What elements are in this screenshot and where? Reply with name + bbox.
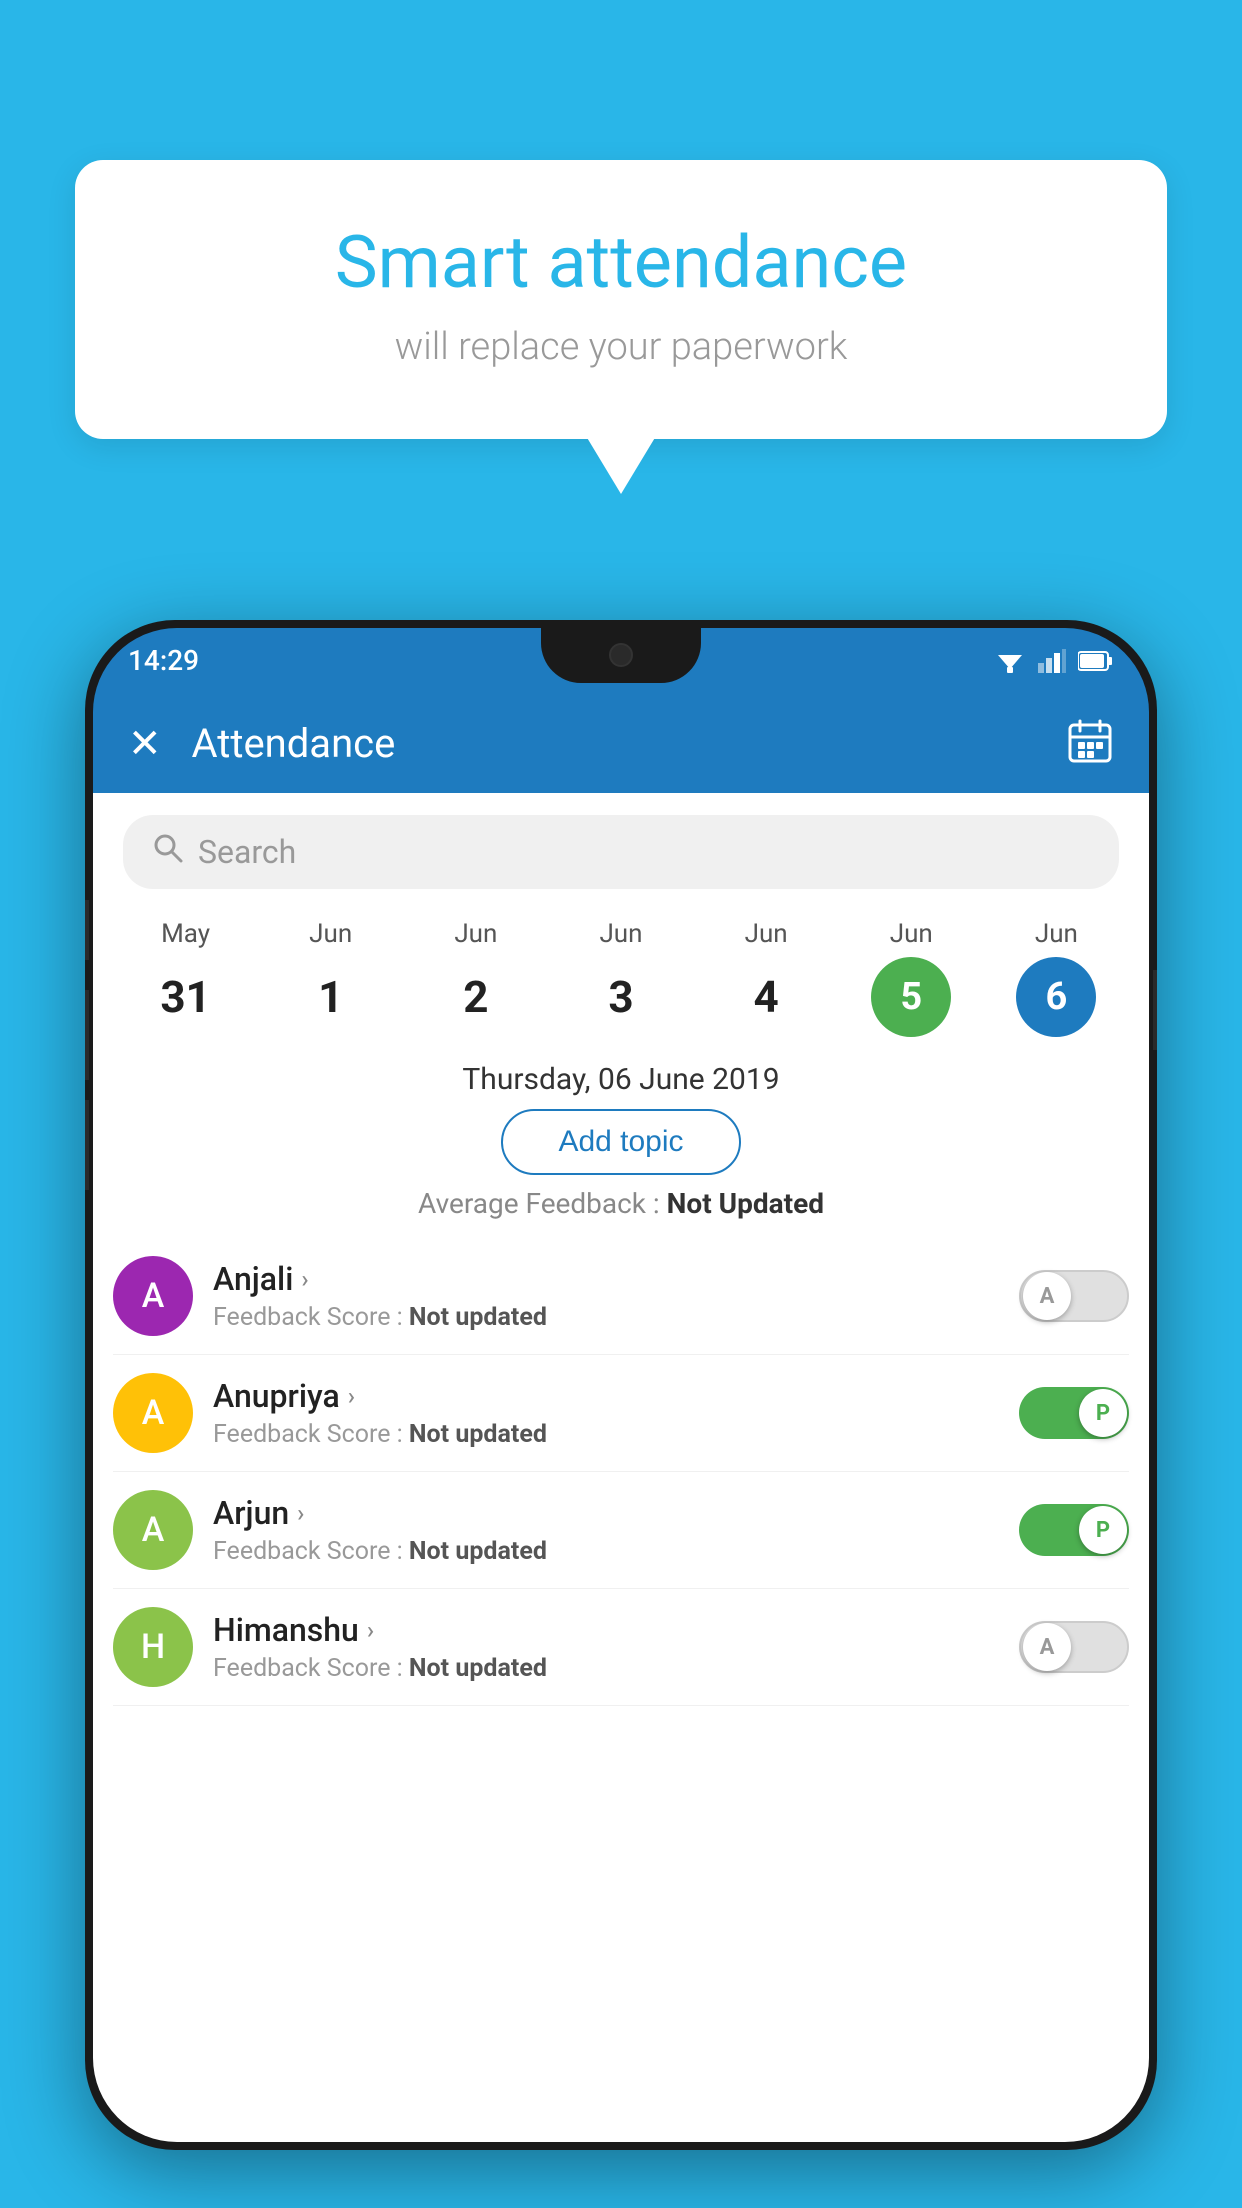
calendar-day[interactable]: Jun 1: [291, 919, 371, 1037]
calendar-day[interactable]: Jun 4: [726, 919, 806, 1037]
chevron-right-icon: ›: [348, 1382, 355, 1410]
cal-day-number[interactable]: 1: [291, 957, 371, 1037]
cal-day-number[interactable]: 3: [581, 957, 661, 1037]
chevron-right-icon: ›: [301, 1265, 308, 1293]
student-info: Arjun › Feedback Score : Not updated: [213, 1494, 999, 1566]
calendar-day[interactable]: Jun 5: [871, 919, 951, 1037]
attendance-toggle[interactable]: P: [1019, 1504, 1129, 1556]
attendance-toggle[interactable]: P: [1019, 1387, 1129, 1439]
app-content: Search May 31 Jun 1 Jun 2 Jun 3 Jun 4 Jun 5 Jun 6 Thu…: [93, 793, 1149, 2142]
power-button: [1153, 970, 1157, 1050]
app-title: Attendance: [192, 720, 1066, 767]
student-info: Anjali › Feedback Score : Not updated: [213, 1260, 999, 1332]
student-name: Himanshu ›: [213, 1611, 999, 1649]
cal-day-number[interactable]: 2: [436, 957, 516, 1037]
toggle-knob: A: [1023, 1272, 1071, 1320]
bubble-subtitle: will replace your paperwork: [145, 325, 1097, 369]
search-bar[interactable]: Search: [123, 815, 1119, 889]
student-score: Feedback Score : Not updated: [213, 1420, 999, 1449]
avg-feedback-value: Not Updated: [667, 1187, 824, 1220]
student-avatar: A: [113, 1256, 193, 1336]
student-info: Himanshu › Feedback Score : Not updated: [213, 1611, 999, 1683]
calendar-strip: May 31 Jun 1 Jun 2 Jun 3 Jun 4 Jun 5 Jun 6: [93, 899, 1149, 1047]
student-item[interactable]: H Himanshu › Feedback Score : Not updated A: [113, 1589, 1129, 1706]
mute-button: [85, 900, 89, 960]
student-item[interactable]: A Anupriya › Feedback Score : Not updated P: [113, 1355, 1129, 1472]
front-camera: [609, 643, 633, 667]
cal-month-label: Jun: [745, 919, 788, 949]
speech-bubble: Smart attendance will replace your paper…: [75, 160, 1167, 439]
calendar-day[interactable]: Jun 2: [436, 919, 516, 1037]
app-bar: ✕ Attendance: [93, 693, 1149, 793]
avg-feedback-label: Average Feedback :: [418, 1187, 660, 1220]
status-time: 14:29: [128, 644, 199, 677]
cal-month-label: Jun: [890, 919, 933, 949]
status-icons: [994, 649, 1114, 673]
student-score: Feedback Score : Not updated: [213, 1303, 999, 1332]
cal-day-number[interactable]: 31: [146, 957, 226, 1037]
student-item[interactable]: A Anjali › Feedback Score : Not updated A: [113, 1238, 1129, 1355]
cal-month-label: Jun: [454, 919, 497, 949]
toggle-knob: P: [1079, 1389, 1127, 1437]
cal-month-label: Jun: [1035, 919, 1078, 949]
volume-up-button: [85, 990, 89, 1080]
calendar-day[interactable]: Jun 6: [1016, 919, 1096, 1037]
cal-day-number[interactable]: 5: [871, 957, 951, 1037]
student-avatar: A: [113, 1373, 193, 1453]
student-avatar: A: [113, 1490, 193, 1570]
cal-month-label: Jun: [309, 919, 352, 949]
chevron-right-icon: ›: [297, 1499, 304, 1527]
student-name: Arjun ›: [213, 1494, 999, 1532]
close-button[interactable]: ✕: [128, 720, 162, 767]
speech-bubble-container: Smart attendance will replace your paper…: [75, 160, 1167, 439]
student-avatar: H: [113, 1607, 193, 1687]
calendar-day[interactable]: Jun 3: [581, 919, 661, 1037]
avg-feedback: Average Feedback : Not Updated: [93, 1187, 1149, 1220]
attendance-toggle[interactable]: A: [1019, 1621, 1129, 1673]
volume-down-button: [85, 1100, 89, 1190]
search-icon: [153, 833, 183, 871]
attendance-toggle[interactable]: A: [1019, 1270, 1129, 1322]
student-name: Anupriya ›: [213, 1377, 999, 1415]
phone-inner: 14:29: [93, 628, 1149, 2142]
wifi-icon: [994, 649, 1026, 673]
student-score: Feedback Score : Not updated: [213, 1654, 999, 1683]
chevron-right-icon: ›: [367, 1616, 374, 1644]
student-item[interactable]: A Arjun › Feedback Score : Not updated P: [113, 1472, 1129, 1589]
bubble-title: Smart attendance: [145, 220, 1097, 305]
battery-icon: [1078, 650, 1114, 672]
notch: [541, 628, 701, 683]
calendar-day[interactable]: May 31: [146, 919, 226, 1037]
student-info: Anupriya › Feedback Score : Not updated: [213, 1377, 999, 1449]
student-score: Feedback Score : Not updated: [213, 1537, 999, 1566]
phone-frame: 14:29: [85, 620, 1157, 2150]
calendar-icon[interactable]: [1066, 717, 1114, 769]
cal-month-label: May: [161, 919, 210, 949]
student-name: Anjali ›: [213, 1260, 999, 1298]
cal-month-label: Jun: [599, 919, 642, 949]
toggle-knob: P: [1079, 1506, 1127, 1554]
cal-day-number[interactable]: 6: [1016, 957, 1096, 1037]
student-list: AAnjali ›Feedback Score : Not updatedAAA…: [93, 1238, 1149, 1706]
toggle-knob: A: [1023, 1623, 1071, 1671]
selected-date: Thursday, 06 June 2019: [93, 1062, 1149, 1097]
cal-day-number[interactable]: 4: [726, 957, 806, 1037]
add-topic-button[interactable]: Add topic: [501, 1109, 740, 1175]
search-input: Search: [198, 833, 296, 871]
signal-icon: [1038, 649, 1066, 673]
